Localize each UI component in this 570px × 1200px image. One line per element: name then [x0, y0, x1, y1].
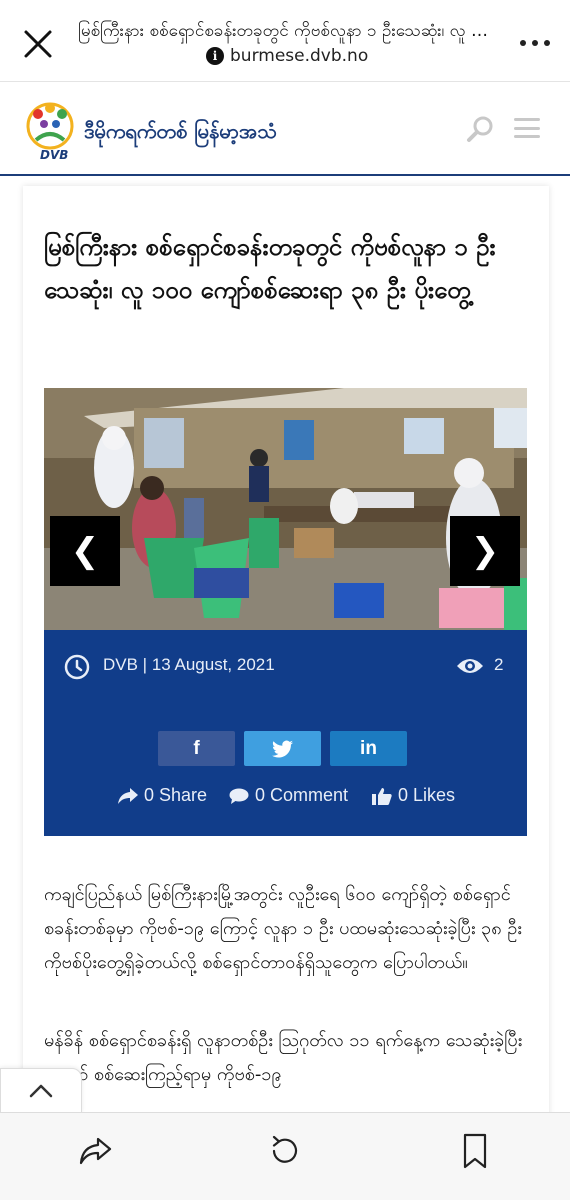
linkedin-share-button[interactable]: in [330, 731, 407, 766]
slider-next-button[interactable]: ❯ [450, 516, 520, 586]
article-photo [44, 388, 527, 630]
eye-icon [457, 659, 483, 673]
view-count: 2 [494, 655, 504, 674]
more-icon[interactable] [520, 40, 550, 46]
likes-count: 0 Likes [398, 785, 456, 805]
menu-icon[interactable] [514, 118, 540, 138]
page-title: မြစ်ကြီးနား စစ်ရှောင်စခန်းတခုတွင် ကိုဗစ်… [78, 21, 488, 41]
url-text: burmese.dvb.no [230, 46, 369, 66]
comment-icon [229, 788, 249, 804]
browser-bottom-bar [0, 1112, 570, 1200]
twitter-icon [271, 740, 293, 758]
chevron-up-icon [29, 1084, 53, 1098]
article-paragraph: ကချင်ပြည်နယ် မြစ်ကြီးနားမြို့အတွင်း လူဦး… [44, 884, 522, 973]
bookmark-icon[interactable] [455, 1131, 495, 1171]
search-icon[interactable] [466, 114, 496, 144]
dvb-mark: DVB [40, 148, 69, 162]
comment-action[interactable]: 0 Comment [229, 785, 348, 806]
browser-top-bar: မြစ်ကြီးနား စစ်ရှောင်စခန်းတခုတွင် ကိုဗစ်… [0, 0, 570, 82]
share-icon[interactable] [76, 1131, 116, 1171]
article-headline: မြစ်ကြီးနား စစ်ရှောင်စခန်းတခုတွင် ကိုဗစ်… [44, 233, 496, 304]
url-display[interactable]: i burmese.dvb.no [206, 46, 368, 66]
scroll-to-top-button[interactable] [0, 1068, 82, 1114]
site-header: DVB ဒီမိုကရက်တစ် မြန်မာ့အသံ [0, 82, 570, 176]
comment-count: 0 Comment [255, 785, 349, 805]
thumbs-up-icon [372, 787, 392, 805]
share-action[interactable]: 0 Share [118, 785, 207, 806]
info-icon[interactable]: i [206, 47, 224, 65]
close-icon[interactable] [18, 24, 58, 64]
twitter-share-button[interactable] [244, 731, 321, 766]
reload-icon[interactable] [265, 1131, 305, 1171]
share-arrow-icon [118, 787, 138, 804]
slider-prev-button[interactable]: ❮ [50, 516, 120, 586]
facebook-share-button[interactable]: f [158, 731, 235, 766]
likes-action[interactable]: 0 Likes [372, 785, 455, 806]
article-byline: DVB | 13 August, 2021 [103, 655, 275, 674]
share-count: 0 Share [144, 785, 208, 805]
clock-icon [64, 654, 90, 680]
article-paragraph: မန်ခိန် စစ်ရှောင်စခန်းရှိ လူနာတစ်ဦး ဩဂုတ… [44, 1030, 523, 1085]
site-name[interactable]: ဒီမိုကရက်တစ် မြန်မာ့အသံ [84, 118, 277, 148]
